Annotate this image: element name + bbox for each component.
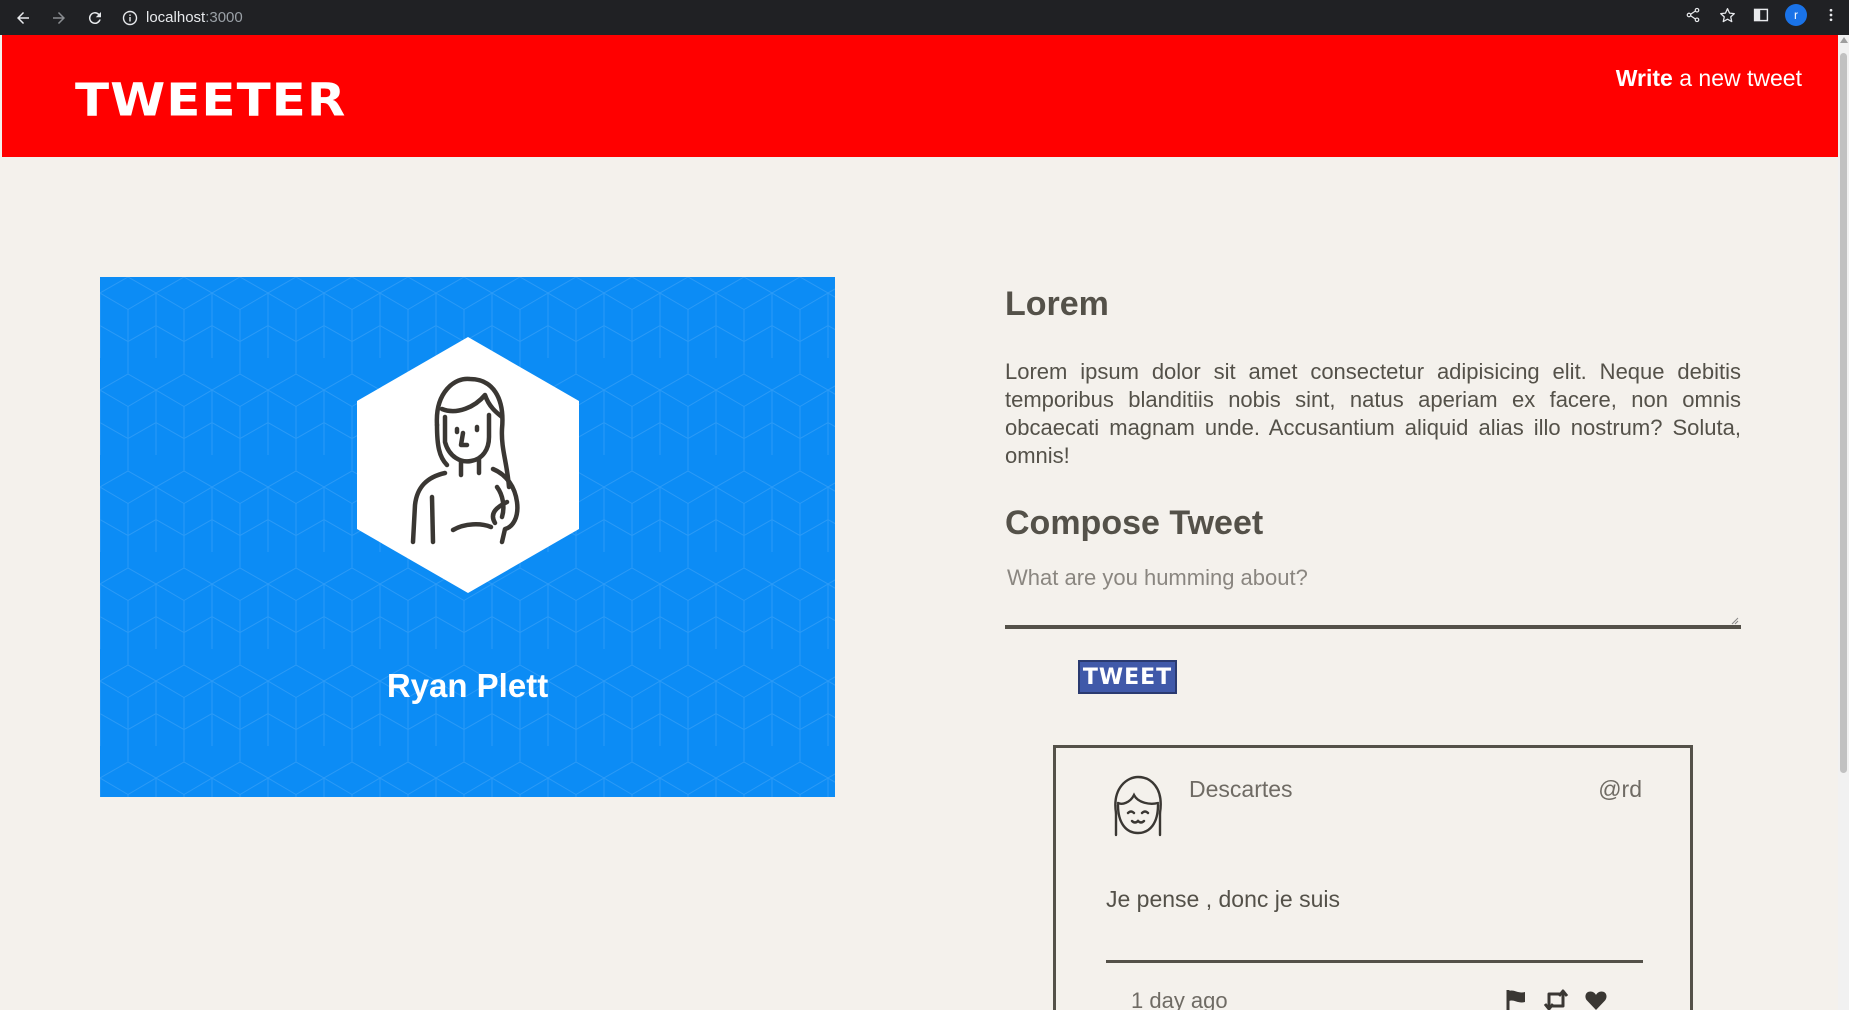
browser-toolbar: localhost:3000 r (0, 0, 1849, 35)
scrollbar-thumb[interactable] (1840, 53, 1847, 773)
tweet-submit-button[interactable]: TWEET (1078, 660, 1177, 694)
reload-icon[interactable] (82, 5, 108, 31)
profile-name: Ryan Plett (386, 667, 549, 704)
retweet-icon[interactable] (1542, 986, 1570, 1010)
tweet-handle: @rd (1598, 776, 1642, 802)
menu-kebab-icon[interactable] (1821, 5, 1841, 25)
heart-icon[interactable] (1582, 986, 1610, 1010)
tweet-timestamp: 1 day ago (1131, 988, 1228, 1010)
about-title: Lorem (1005, 285, 1109, 323)
site-logo[interactable]: TWEETER (75, 74, 346, 126)
address-bar[interactable]: localhost:3000 (122, 5, 243, 31)
site-header: TWEETER Write a new tweet (2, 35, 1838, 157)
info-icon[interactable] (122, 10, 138, 26)
main-column: Lorem Lorem ipsum dolor sit amet consect… (1005, 285, 1741, 694)
textarea-resize-grip-icon[interactable] (1731, 617, 1739, 625)
avatar-hexagon (357, 337, 579, 593)
side-panel-icon[interactable] (1751, 5, 1771, 25)
tweet-actions (1502, 986, 1610, 1010)
scroll-up-arrow-icon[interactable] (1840, 37, 1848, 43)
user-avatar-icon (1114, 775, 1162, 837)
compose-tweet-input[interactable] (1005, 565, 1741, 629)
url-port: :3000 (205, 9, 243, 26)
write-link-bold: Write (1615, 65, 1673, 91)
share-icon[interactable] (1683, 5, 1703, 25)
forward-arrow-icon[interactable] (46, 5, 72, 31)
tweet-card: Descartes @rd Je pense , donc je suis 1 … (1053, 745, 1693, 1010)
tweet-divider (1106, 960, 1643, 963)
page-scrollbar[interactable] (1838, 35, 1849, 1010)
about-text: Lorem ipsum dolor sit amet consectetur a… (1005, 359, 1741, 468)
back-arrow-icon[interactable] (10, 5, 36, 31)
url-host: localhost (146, 9, 206, 26)
write-new-tweet-link[interactable]: Write a new tweet (1616, 65, 1802, 92)
write-link-rest: a new tweet (1672, 65, 1802, 91)
tweet-content: Je pense , donc je suis (1106, 886, 1340, 912)
profile-avatar[interactable]: r (1785, 4, 1807, 26)
tweet-author: Descartes (1189, 776, 1293, 802)
bookmark-star-icon[interactable] (1717, 5, 1737, 25)
flag-icon[interactable] (1502, 986, 1530, 1010)
profile-card: Ryan Plett (100, 277, 835, 797)
compose-title: Compose Tweet (1005, 504, 1264, 542)
